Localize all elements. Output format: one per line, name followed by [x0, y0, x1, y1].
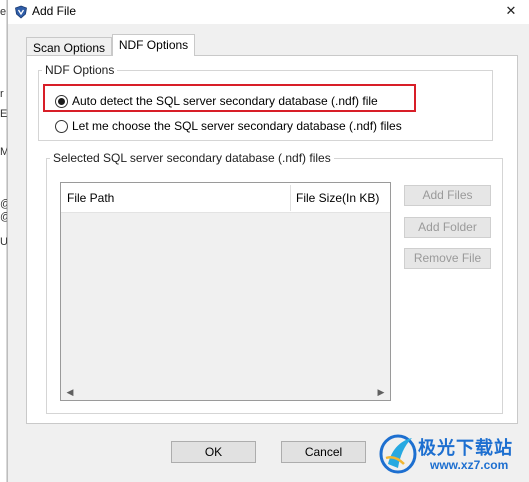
tab-label: NDF Options: [118, 38, 189, 52]
aurora-logo-icon: [379, 434, 417, 474]
watermark-name: 极光下载站: [418, 438, 513, 458]
remove-file-button[interactable]: Remove File: [404, 248, 491, 269]
background-text: r: [0, 88, 4, 100]
radio-auto-detect[interactable]: Auto detect the SQL server secondary dat…: [55, 93, 378, 109]
radio-manual-choose[interactable]: Let me choose the SQL server secondary d…: [55, 118, 402, 134]
tab-scan-options[interactable]: Scan Options: [26, 37, 112, 56]
radio-button[interactable]: [55, 119, 68, 133]
shield-logo-icon: [15, 5, 27, 19]
ndf-options-group: NDF Options Auto detect the SQL server s…: [38, 63, 493, 141]
tab-label: Scan Options: [32, 41, 106, 55]
group-legend: NDF Options: [42, 63, 118, 77]
column-divider[interactable]: [290, 185, 291, 211]
watermark: 极光下载站 www.xz7.com: [378, 428, 528, 482]
scroll-left-icon[interactable]: ◀: [63, 385, 77, 399]
tab-ndf-options[interactable]: NDF Options: [112, 34, 195, 56]
ok-button[interactable]: OK: [171, 441, 256, 463]
background-text: e: [0, 6, 7, 18]
window-title: Add File: [32, 4, 77, 18]
column-header-file-size[interactable]: File Size(In KB): [296, 191, 379, 205]
column-header-file-path[interactable]: File Path: [67, 191, 114, 205]
background-text: E: [0, 108, 7, 120]
horizontal-scrollbar[interactable]: ◀ ▶: [61, 384, 390, 400]
table-header: File Path File Size(In KB): [61, 183, 390, 213]
background-window: e r E M @ @ U: [0, 0, 7, 482]
radio-button-selected[interactable]: [55, 94, 68, 108]
selected-files-group: Selected SQL server secondary database (…: [46, 151, 503, 414]
add-folder-button[interactable]: Add Folder: [404, 217, 491, 238]
group-legend: Selected SQL server secondary database (…: [50, 151, 334, 165]
background-text: @: [0, 198, 7, 210]
background-text: U: [0, 236, 7, 248]
radio-label: Let me choose the SQL server secondary d…: [72, 119, 402, 133]
title-bar[interactable]: Add File ✕: [8, 0, 529, 24]
close-button[interactable]: ✕: [496, 0, 526, 22]
background-text: @: [0, 211, 7, 223]
radio-label: Auto detect the SQL server secondary dat…: [72, 94, 378, 108]
file-list-table[interactable]: File Path File Size(In KB) ◀ ▶: [60, 182, 391, 401]
close-icon: ✕: [505, 3, 517, 18]
scroll-right-icon[interactable]: ▶: [374, 385, 388, 399]
add-files-button[interactable]: Add Files: [404, 185, 491, 206]
background-text: M: [0, 146, 7, 158]
ndf-options-panel: NDF Options Auto detect the SQL server s…: [26, 55, 518, 424]
cancel-button[interactable]: Cancel: [281, 441, 366, 463]
add-file-dialog: Add File ✕ Scan Options NDF Options NDF …: [7, 0, 529, 482]
watermark-url: www.xz7.com: [430, 458, 509, 472]
